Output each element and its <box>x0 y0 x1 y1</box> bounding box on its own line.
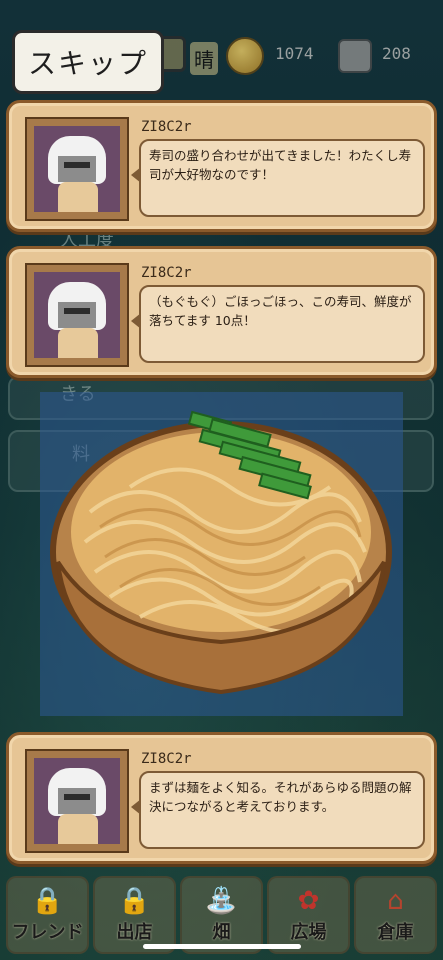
speaker-name: ZI8C2r <box>141 751 192 767</box>
dialog-text: （もぐもぐ）ごほっごほっ、この寿司、鮮度が落ちてます 10点！ <box>131 285 425 363</box>
dialog-card-3[interactable]: ZI8C2r まずは麺をよく知る。それがあらゆる問題の解決につながると考えており… <box>6 732 437 864</box>
watering-can-icon: ⛲ <box>205 886 238 916</box>
portrait-body <box>58 814 98 844</box>
nav-friend[interactable]: 🔒 フレンド <box>6 876 89 954</box>
portrait-face <box>58 788 96 814</box>
nav-label: 広場 <box>290 922 327 943</box>
home-indicator[interactable] <box>143 944 301 949</box>
portrait-eyes <box>64 162 90 168</box>
dish-image-panel <box>40 392 403 716</box>
portrait-face <box>58 302 96 328</box>
coin-icon <box>226 37 264 75</box>
gem-icon <box>338 39 372 73</box>
speaker-name: ZI8C2r <box>141 119 192 135</box>
speaker-name: ZI8C2r <box>141 265 192 281</box>
nav-label: フレンド <box>11 922 84 943</box>
dialog-card-1[interactable]: ZI8C2r 寿司の盛り合わせが出てきました！わたくし寿司が大好物なのです！ <box>6 100 437 232</box>
nav-label: 畑 <box>212 922 231 943</box>
portrait-face <box>58 156 96 182</box>
nav-shop[interactable]: 🔒 出店 <box>93 876 176 954</box>
nav-label: 倉庫 <box>377 922 414 943</box>
nav-label: 出店 <box>116 922 153 943</box>
nav-field[interactable]: ⛲ 畑 <box>180 876 263 954</box>
house-icon: ⌂ <box>387 886 404 916</box>
lock-icon: 🔒 <box>31 886 64 916</box>
weather-label: 晴 <box>190 42 218 75</box>
noodle-bowl-image <box>50 410 392 695</box>
gem-count: 208 <box>382 44 411 63</box>
portrait-body <box>58 328 98 358</box>
portrait-eyes <box>64 794 90 800</box>
character-portrait <box>27 751 127 851</box>
coin-count: 1074 <box>275 44 314 63</box>
dialog-text: 寿司の盛り合わせが出てきました！わたくし寿司が大好物なのです！ <box>131 139 425 217</box>
dialog-text: まずは麺をよく知る。それがあらゆる問題の解決につながると考えております。 <box>131 771 425 849</box>
character-portrait <box>27 119 127 219</box>
flower-icon: ✿ <box>297 886 320 916</box>
character-portrait <box>27 265 127 365</box>
portrait-eyes <box>64 308 90 314</box>
nav-warehouse[interactable]: ⌂ 倉庫 <box>354 876 437 954</box>
dialog-card-2[interactable]: ZI8C2r （もぐもぐ）ごほっごほっ、この寿司、鮮度が落ちてます 10点！ <box>6 246 437 378</box>
skip-button[interactable]: スキップ <box>12 30 164 94</box>
portrait-body <box>58 182 98 212</box>
nav-plaza[interactable]: ✿ 広場 <box>267 876 350 954</box>
lock-icon: 🔒 <box>118 886 151 916</box>
